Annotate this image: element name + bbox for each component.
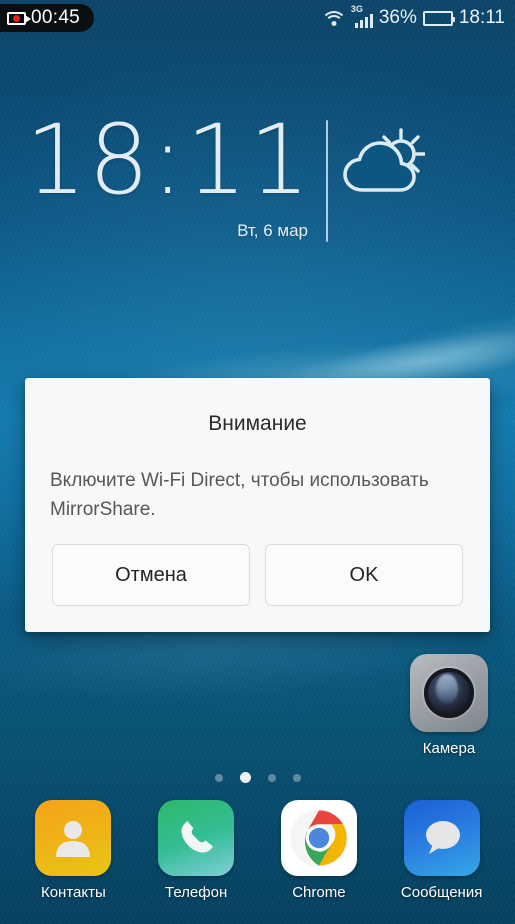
camera-icon <box>410 654 488 732</box>
recording-timer: 00:45 <box>31 7 81 28</box>
messages-icon <box>403 800 480 876</box>
dock: Контакты Телефон Chrome Сообщения <box>0 800 515 924</box>
contacts-icon <box>35 800 112 876</box>
chrome-icon <box>280 800 357 876</box>
signal-bars-icon <box>354 13 373 28</box>
app-icon-camera[interactable]: Камера <box>408 654 490 757</box>
clock-date: Вт, 6 мар <box>237 221 308 240</box>
person-glyph <box>56 821 91 857</box>
app-icon-chrome[interactable]: Chrome <box>269 800 369 901</box>
status-bar: 00:45 3G 36% 18:11 <box>0 0 515 36</box>
clock-time: 18:11 <box>25 104 312 216</box>
status-icons: 3G 36% 18:11 <box>320 4 515 29</box>
record-dot-icon <box>13 14 20 22</box>
status-bar-clock: 18:11 <box>458 7 505 28</box>
app-label-chrome: Chrome <box>292 884 346 901</box>
page-dot[interactable] <box>267 773 276 782</box>
phone-screen: 00:45 3G 36% 18:11 18:11 Вт, 6 мар Внима… <box>0 0 515 924</box>
weather-block[interactable] <box>328 112 438 262</box>
page-dot-active[interactable] <box>239 772 251 783</box>
dialog-button-row: Отмена OK <box>25 544 490 606</box>
battery-percent-label: 36% <box>378 7 417 28</box>
app-icon-contacts[interactable]: Контакты <box>23 800 123 901</box>
app-label-phone: Телефон <box>165 884 228 901</box>
app-label-camera: Камера <box>422 740 476 757</box>
clock-weather-widget[interactable]: 18:11 Вт, 6 мар <box>0 112 515 262</box>
handset-glyph <box>181 821 214 853</box>
clock-block[interactable]: 18:11 Вт, 6 мар <box>25 112 312 262</box>
wifi-icon <box>320 10 347 27</box>
page-dot[interactable] <box>292 773 301 782</box>
network-type-label: 3G <box>350 3 363 14</box>
video-camera-icon <box>7 11 31 25</box>
dialog-title: Внимание <box>208 412 307 435</box>
camera-lens-glyph <box>424 668 474 718</box>
page-indicator <box>0 772 515 783</box>
alert-dialog: Внимание Включите Wi-Fi Direct, чтобы ис… <box>25 378 490 632</box>
phone-icon <box>158 800 235 876</box>
app-icon-phone[interactable]: Телефон <box>146 800 246 901</box>
cancel-button[interactable]: Отмена <box>52 544 250 606</box>
app-label-messages: Сообщения <box>400 884 483 901</box>
page-dot[interactable] <box>214 773 223 782</box>
partly-cloudy-icon <box>343 128 425 192</box>
dialog-message: Включите Wi-Fi Direct, чтобы использоват… <box>50 470 429 520</box>
battery-icon <box>422 10 455 26</box>
screen-recording-indicator[interactable]: 00:45 <box>0 4 95 32</box>
speech-bubble-glyph <box>425 821 460 854</box>
chrome-logo-glyph <box>290 809 348 867</box>
app-label-contacts: Контакты <box>40 884 106 901</box>
widget-divider <box>326 120 328 242</box>
ok-button[interactable]: OK <box>265 544 463 606</box>
app-icon-messages[interactable]: Сообщения <box>392 800 492 901</box>
mobile-signal-icon: 3G <box>351 4 373 28</box>
